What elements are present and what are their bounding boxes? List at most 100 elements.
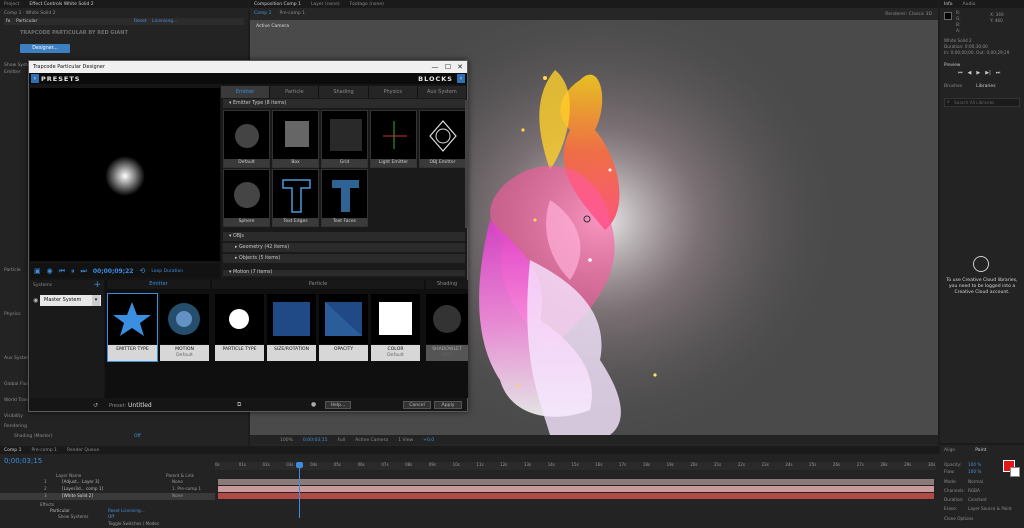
tab-physics[interactable]: Physics xyxy=(368,86,418,98)
tab-project[interactable]: Project xyxy=(4,2,19,7)
comp-tab-precomp1[interactable]: Pre-comp 1 xyxy=(279,11,305,16)
preset-name-field[interactable]: Untitled xyxy=(128,402,152,409)
effects-row[interactable]: Effects xyxy=(40,502,54,507)
comp-tab-comp1[interactable]: Comp 1 xyxy=(254,11,271,16)
last-frame-icon[interactable]: ⏭ xyxy=(996,70,1001,76)
layer-parent[interactable]: None xyxy=(172,493,183,498)
play-icon[interactable]: ▶ xyxy=(976,70,980,76)
blocks-chevron-icon[interactable]: ‹ xyxy=(457,74,465,83)
tab-aux-system[interactable]: Aux System xyxy=(417,86,468,98)
blocks-label[interactable]: BLOCKS xyxy=(418,75,453,83)
first-frame-icon[interactable]: ⏮ xyxy=(958,70,963,76)
renderer-label[interactable]: Renderer: Classic 3D xyxy=(885,12,932,17)
viewer-timecode[interactable]: 0;00;03;15 xyxy=(303,438,328,443)
reset-icon[interactable]: ↺ xyxy=(93,402,98,409)
tab-footage[interactable]: Footage (none) xyxy=(350,2,384,7)
loop-duration-label[interactable]: Loop Duration xyxy=(151,269,183,274)
designer-button[interactable]: Designer... xyxy=(20,44,70,53)
view-dropdown[interactable]: 1 View xyxy=(398,438,413,443)
info-icon[interactable]: ● xyxy=(311,401,316,408)
thumb-text-edges[interactable]: Text Edges xyxy=(272,169,319,227)
close-button[interactable]: ✕ xyxy=(454,61,466,73)
zoom-dropdown[interactable]: 100% xyxy=(280,438,293,443)
tab-particle[interactable]: Particle xyxy=(270,86,320,98)
tab-info[interactable]: Info xyxy=(944,2,953,7)
geometry-header[interactable]: ▸ Geometry (42 items) xyxy=(223,243,465,252)
paint-duration-value[interactable]: Constant xyxy=(968,497,987,502)
layer-row-2[interactable]: 2 [Layer3d... comp 1] 1. Pre-comp 1 xyxy=(0,486,215,493)
tab-precomp1[interactable]: Pre-comp 1 xyxy=(31,448,57,453)
paint-bg-color[interactable] xyxy=(1010,467,1020,477)
loop-icon[interactable]: ⟲ xyxy=(139,267,145,275)
layer-parent[interactable]: None xyxy=(172,479,183,484)
save-preset-icon[interactable]: ⧉ xyxy=(237,401,241,409)
paint-channels-value[interactable]: RGBA xyxy=(968,488,980,493)
layer-bar-1[interactable] xyxy=(218,479,934,485)
card-particle-type[interactable]: PARTICLE TYPE xyxy=(215,294,264,361)
paint-erase-value[interactable]: Layer Source & Paint xyxy=(968,506,1012,511)
presets-label[interactable]: PRESETS xyxy=(41,75,80,83)
effect-row-particle[interactable]: Particle xyxy=(4,268,21,273)
thumb-text-faces[interactable]: Text Faces xyxy=(321,169,368,227)
thumb-light-emitter[interactable]: Light Emitter xyxy=(370,110,417,168)
card-size-rotation[interactable]: SIZE/ROTATION xyxy=(267,294,316,361)
master-system-item[interactable]: Master System ▾ xyxy=(40,295,101,306)
show-systems-row[interactable]: Show Systems xyxy=(58,514,88,519)
card-opacity[interactable]: OPACITY xyxy=(319,294,368,361)
effect-row-aux-system[interactable]: Aux System xyxy=(4,356,31,361)
pause-icon[interactable]: ⏸ xyxy=(71,267,75,276)
effect-licensing-link[interactable]: Licensing... xyxy=(152,19,177,24)
effect-row-emitter[interactable]: Emitter xyxy=(4,70,21,75)
tab-comp1[interactable]: Comp 1 xyxy=(4,448,21,453)
tab-align[interactable]: Align xyxy=(944,448,955,453)
effect-reset-link[interactable]: Reset xyxy=(134,19,147,24)
tab-paint[interactable]: Paint xyxy=(975,448,986,453)
card-motion[interactable]: MOTION Default xyxy=(160,294,209,361)
layer-bar-3[interactable] xyxy=(218,493,934,499)
layer-row-1[interactable]: 1 [Adjust... Layer 3] None xyxy=(0,479,215,486)
camera-dropdown[interactable]: Active Camera xyxy=(355,438,388,443)
tab-audio[interactable]: Audio xyxy=(963,2,976,7)
paint-mode-value[interactable]: Normal xyxy=(968,479,983,484)
tab-emitter[interactable]: Emitter xyxy=(221,86,271,98)
particular-row[interactable]: Particular xyxy=(50,508,70,513)
tab-libraries[interactable]: Libraries xyxy=(976,84,995,89)
clone-options-label[interactable]: Clone Options xyxy=(944,516,973,521)
layer-bar-2[interactable] xyxy=(218,486,934,492)
emitter-type-header[interactable]: ▾ Emitter Type (8 items) xyxy=(223,99,465,108)
help-button[interactable]: Help... xyxy=(325,401,351,409)
apply-button[interactable]: Apply xyxy=(434,401,462,409)
layer-row-3[interactable]: 3 [White Solid 2] None xyxy=(0,493,215,500)
particular-row-links[interactable]: Reset Licensing... xyxy=(108,508,145,513)
thumb-grid[interactable]: Grid xyxy=(321,110,368,168)
effect-row-shading-master[interactable]: Shading (Master) xyxy=(14,434,53,439)
fit-icon[interactable]: ▣ xyxy=(34,267,41,275)
minimize-button[interactable]: — xyxy=(429,61,441,73)
toggle-switches-label[interactable]: Toggle Switches / Modes xyxy=(108,521,159,526)
card-emitter-type[interactable]: EMITTER TYPE xyxy=(107,293,158,362)
tab-composition[interactable]: Composition Comp 1 xyxy=(254,2,301,7)
card-color[interactable]: COLOR Default xyxy=(371,294,420,361)
eye-icon[interactable]: ◉ xyxy=(47,267,53,275)
next-frame-icon[interactable]: ▶| xyxy=(985,70,991,76)
thumb-box[interactable]: Box xyxy=(272,110,319,168)
prev-frame-icon[interactable]: ◀ xyxy=(968,70,972,76)
exposure-value[interactable]: +0.0 xyxy=(423,438,434,443)
objs-header[interactable]: ▾ OBJs xyxy=(223,232,465,241)
objects-header[interactable]: ▸ Objects (5 items) xyxy=(223,254,465,263)
library-search[interactable]: ⌕ Search All Libraries xyxy=(944,98,1020,107)
card-shadowlet[interactable]: SHADOWLET OFF xyxy=(426,294,468,361)
tab-layer[interactable]: Layer (none) xyxy=(311,2,340,7)
fx-icon[interactable]: fx xyxy=(6,19,10,24)
system-eye-icon[interactable]: ◉ xyxy=(33,297,38,304)
cti-handle[interactable] xyxy=(296,462,303,468)
show-systems-value[interactable]: Off xyxy=(108,514,114,519)
thumb-obj-emitter[interactable]: OBJ Emitter xyxy=(419,110,466,168)
system-dropdown-icon[interactable]: ▾ xyxy=(92,295,100,306)
blocks-scrollbar[interactable] xyxy=(465,100,468,228)
quality-dropdown[interactable]: Full xyxy=(337,438,345,443)
thumb-sphere[interactable]: Sphere xyxy=(223,169,270,227)
skip-back-icon[interactable]: ⏮ xyxy=(59,267,65,276)
current-time-indicator[interactable] xyxy=(299,462,300,518)
tab-brushes[interactable]: Brushes xyxy=(944,84,962,89)
